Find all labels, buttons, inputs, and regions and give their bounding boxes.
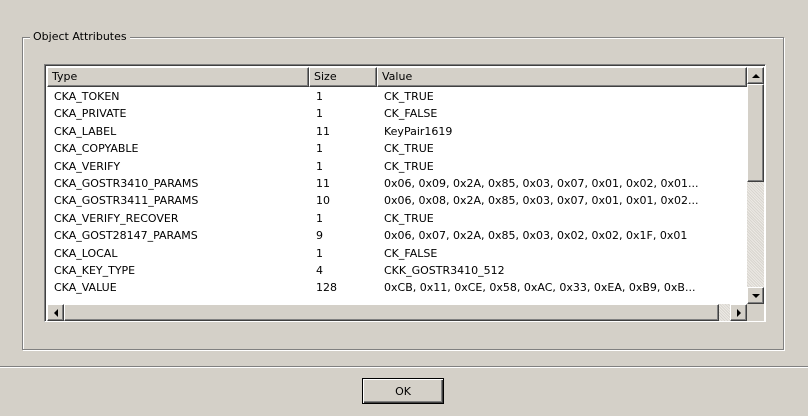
cell-value: KeyPair1619 xyxy=(384,124,453,138)
cell-value: 0x06, 0x09, 0x2A, 0x85, 0x03, 0x07, 0x01… xyxy=(384,176,699,190)
arrow-left-icon xyxy=(53,308,58,317)
cell-value: CK_FALSE xyxy=(384,107,438,121)
cell-type: CKA_LOCAL xyxy=(54,246,118,260)
table-row[interactable]: CKA_COPYABLE 1 CK_TRUE xyxy=(47,140,747,157)
vertical-scroll-thumb[interactable] xyxy=(747,84,764,182)
cell-size: 11 xyxy=(316,176,330,190)
table-row[interactable]: CKA_GOST28147_PARAMS 9 0x06, 0x07, 0x2A, 0… xyxy=(47,227,747,244)
cell-value: CKK_GOSTR3410_512 xyxy=(384,263,505,277)
cell-type: CKA_KEY_TYPE xyxy=(54,263,136,277)
vertical-scrollbar[interactable] xyxy=(747,67,764,304)
list-header: Type Size Value xyxy=(47,67,747,87)
column-header-type[interactable]: Type xyxy=(47,67,309,87)
table-row[interactable]: CKA_GOSTR3410_PARAMS 11 0x06, 0x09, 0x2A, … xyxy=(47,175,747,192)
cell-type: CKA_GOSTR3411_PARAMS xyxy=(54,194,199,208)
cell-type: CKA_PRIVATE xyxy=(54,107,127,121)
table-row[interactable]: CKA_VERIFY 1 CK_TRUE xyxy=(47,158,747,175)
table-row[interactable]: CKA_GOSTR3411_PARAMS 10 0x06, 0x08, 0x2A, … xyxy=(47,192,747,209)
table-row[interactable]: CKA_TOKEN 1 CK_TRUE xyxy=(47,88,747,105)
horizontal-scroll-thumb[interactable] xyxy=(64,304,719,321)
cell-size: 10 xyxy=(316,194,330,208)
table-row[interactable]: CKA_PRIVATE 1 CK_FALSE xyxy=(47,105,747,122)
arrow-right-icon xyxy=(736,308,741,317)
cell-type: CKA_LABEL xyxy=(54,124,117,138)
cell-type: CKA_COPYABLE xyxy=(54,142,139,156)
cell-size: 1 xyxy=(316,142,323,156)
cell-size: 1 xyxy=(316,90,323,103)
separator xyxy=(0,366,808,368)
cell-size: 11 xyxy=(316,124,330,138)
list-rows: CKA_TOKEN 1 CK_TRUE CKA_PRIVATE 1 CK_FALSE CKA… xyxy=(47,88,747,297)
arrow-up-icon xyxy=(751,73,760,78)
cell-value: 0x06, 0x08, 0x2A, 0x85, 0x03, 0x07, 0x01… xyxy=(384,194,699,208)
ok-button[interactable]: OK xyxy=(362,378,444,404)
cell-value: CK_TRUE xyxy=(384,159,434,173)
cell-size: 4 xyxy=(316,263,323,277)
column-header-value[interactable]: Value xyxy=(377,67,747,87)
cell-size: 1 xyxy=(316,211,323,225)
cell-type: CKA_TOKEN xyxy=(54,90,120,103)
cell-type: CKA_VALUE xyxy=(54,281,117,295)
table-row[interactable]: CKA_KEY_TYPE 4 CKK_GOSTR3410_512 xyxy=(47,262,747,279)
cell-value: CK_TRUE xyxy=(384,211,434,225)
cell-type: CKA_VERIFY xyxy=(54,159,121,173)
cell-value: CK_TRUE xyxy=(384,142,434,156)
cell-type: CKA_VERIFY_RECOVER xyxy=(54,211,179,225)
cell-value: 0xCB, 0x11, 0xCE, 0x58, 0xAC, 0x33, 0xEA… xyxy=(384,281,696,295)
arrow-down-icon xyxy=(751,293,760,298)
attributes-list[interactable]: Type Size Value CKA_TOKEN 1 CK_TRUE CKA_PRI… xyxy=(44,64,766,322)
cell-size: 1 xyxy=(316,107,323,121)
scrollbar-corner xyxy=(747,304,764,321)
table-row[interactable]: CKA_VERIFY_RECOVER 1 CK_TRUE xyxy=(47,210,747,227)
cell-value: CK_TRUE xyxy=(384,90,434,103)
cell-type: CKA_GOST28147_PARAMS xyxy=(54,229,198,243)
cell-size: 128 xyxy=(316,281,337,295)
scroll-up-button[interactable] xyxy=(747,67,764,84)
cell-size: 1 xyxy=(316,159,323,173)
horizontal-scrollbar[interactable] xyxy=(47,304,747,321)
cell-type: CKA_GOSTR3410_PARAMS xyxy=(54,176,199,190)
cell-size: 1 xyxy=(316,246,323,260)
object-attributes-dialog: Object Attributes Type Size Value CKA_TO… xyxy=(0,0,808,416)
scroll-left-button[interactable] xyxy=(47,304,64,321)
scroll-right-button[interactable] xyxy=(730,304,747,321)
table-row[interactable]: CKA_VALUE 128 0xCB, 0x11, 0xCE, 0x58, 0xAC… xyxy=(47,279,747,296)
cell-value: CK_FALSE xyxy=(384,246,438,260)
table-row[interactable]: CKA_LOCAL 1 CK_FALSE xyxy=(47,245,747,262)
scroll-down-button[interactable] xyxy=(747,287,764,304)
table-row[interactable]: CKA_LABEL 11 KeyPair1619 xyxy=(47,123,747,140)
cell-size: 9 xyxy=(316,229,323,243)
cell-value: 0x06, 0x07, 0x2A, 0x85, 0x03, 0x02, 0x02… xyxy=(384,229,688,243)
group-label: Object Attributes xyxy=(30,30,130,44)
column-header-size[interactable]: Size xyxy=(309,67,377,87)
